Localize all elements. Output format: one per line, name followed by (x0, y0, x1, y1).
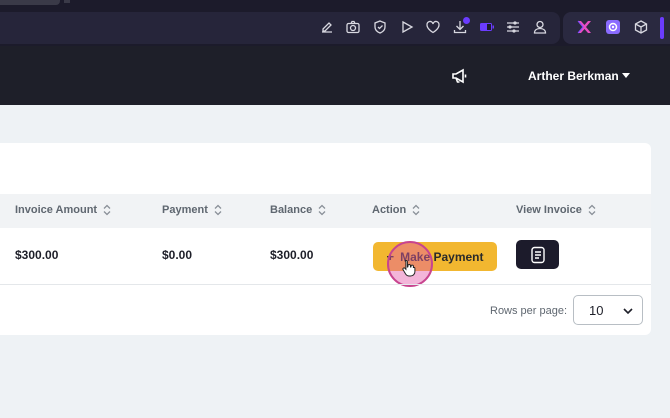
row-divider (0, 284, 651, 285)
play-icon[interactable] (397, 17, 417, 37)
browser-tab-edge (64, 0, 70, 3)
column-header-payment[interactable]: Payment (162, 204, 222, 216)
browser-tab[interactable] (0, 0, 60, 5)
edit-icon[interactable] (317, 17, 337, 37)
rows-per-page-label: Rows per page: (490, 305, 568, 317)
sort-icon[interactable] (588, 204, 596, 216)
rows-per-page-value: 10 (589, 303, 604, 318)
sort-icon[interactable] (214, 204, 222, 216)
puzzle-icon[interactable] (574, 17, 594, 37)
cube-icon[interactable] (631, 17, 651, 37)
shield-icon[interactable] (370, 17, 390, 37)
sidebar-toggle[interactable] (660, 17, 664, 39)
megaphone-icon[interactable] (450, 66, 470, 86)
sort-icon[interactable] (103, 204, 111, 216)
make-payment-label: Make Payment (400, 249, 484, 264)
menu-icon[interactable] (503, 17, 523, 37)
download-badge-icon (463, 17, 470, 24)
cell-invoice-amount: $300.00 (15, 248, 59, 262)
sort-icon[interactable] (318, 204, 326, 216)
column-header-invoice-amount[interactable]: Invoice Amount (15, 204, 111, 216)
sort-icon[interactable] (412, 204, 420, 216)
plus-icon: + (386, 249, 395, 264)
column-header-view-invoice[interactable]: View Invoice (516, 204, 596, 216)
browser-toolbar (0, 0, 670, 46)
view-invoice-button[interactable] (516, 240, 559, 269)
make-payment-button[interactable]: + Make Payment (373, 242, 497, 271)
column-header-action[interactable]: Action (372, 204, 420, 216)
chevron-down-icon (623, 308, 633, 315)
user-name[interactable]: Arther Berkman (528, 69, 619, 83)
column-header-balance[interactable]: Balance (270, 204, 326, 216)
chevron-down-icon[interactable] (622, 73, 630, 78)
document-icon (530, 246, 545, 263)
camera-icon[interactable] (343, 17, 363, 37)
gear-icon[interactable] (603, 17, 623, 37)
address-bar[interactable] (0, 12, 560, 44)
rows-per-page-select[interactable]: 10 (573, 295, 643, 325)
cell-payment: $0.00 (162, 248, 193, 262)
battery-icon[interactable] (477, 17, 497, 37)
user-icon[interactable] (530, 17, 550, 37)
heart-icon[interactable] (423, 17, 443, 37)
cell-balance: $300.00 (270, 248, 314, 262)
